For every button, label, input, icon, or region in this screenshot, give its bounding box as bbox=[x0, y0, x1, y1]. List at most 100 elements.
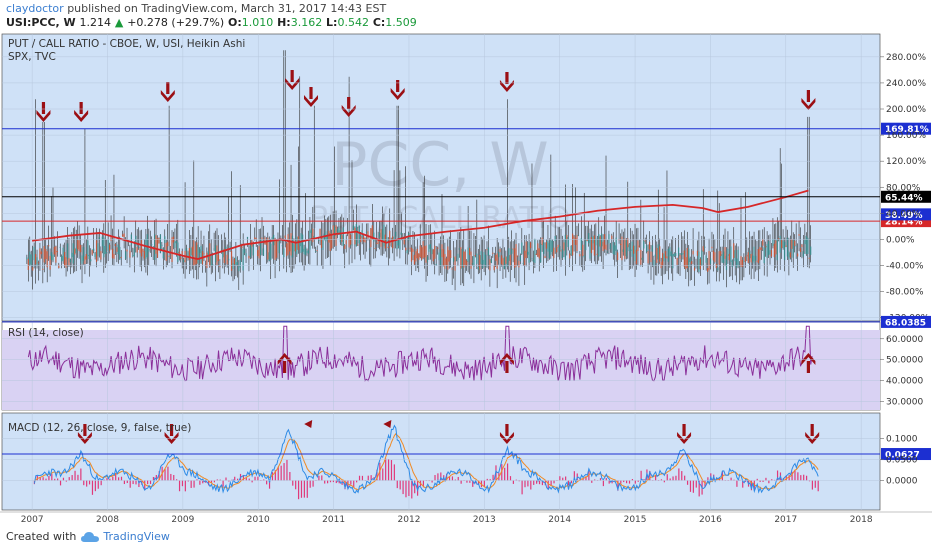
candle-body bbox=[499, 248, 501, 253]
macd-hist-bar bbox=[527, 480, 529, 487]
candle-body bbox=[85, 254, 87, 260]
candle-body bbox=[692, 250, 694, 255]
candle-body bbox=[278, 238, 281, 254]
candle-body bbox=[746, 255, 748, 257]
candle-body bbox=[537, 243, 539, 257]
macd-hist-bar bbox=[681, 471, 683, 481]
candle-body bbox=[769, 250, 771, 255]
macd-hist-bar bbox=[147, 480, 149, 485]
x-tick-label: 2010 bbox=[247, 515, 270, 525]
candle-body bbox=[233, 258, 236, 265]
candle-body bbox=[557, 244, 559, 248]
macd-hist-bar bbox=[199, 480, 201, 485]
tradingview-link[interactable]: TradingView bbox=[103, 530, 169, 543]
candle-body bbox=[538, 248, 540, 259]
y-tick-label: 80.00% bbox=[886, 183, 921, 193]
candle-body bbox=[448, 250, 450, 262]
candle-body bbox=[312, 228, 314, 243]
macd-hist-bar bbox=[178, 480, 181, 492]
candle-body bbox=[712, 250, 715, 261]
macd-hist-bar bbox=[553, 480, 555, 484]
candle-body bbox=[479, 255, 481, 270]
candle-body bbox=[730, 246, 732, 262]
candle-body bbox=[766, 244, 768, 258]
candle-body bbox=[609, 243, 611, 250]
macd-hist-bar bbox=[167, 466, 169, 481]
candle-body bbox=[77, 240, 79, 250]
candle-body bbox=[367, 231, 369, 239]
candle-body bbox=[422, 241, 424, 258]
candle-body bbox=[527, 251, 529, 255]
candle-body bbox=[419, 245, 421, 257]
candle-body bbox=[258, 246, 260, 259]
candle-body bbox=[198, 249, 201, 253]
candle-body bbox=[235, 257, 237, 266]
candle-body bbox=[34, 254, 37, 265]
candle-body bbox=[421, 247, 423, 260]
candle-body bbox=[283, 248, 285, 258]
candle-body bbox=[245, 253, 247, 257]
y-tick-label: 240.00% bbox=[886, 79, 926, 89]
candle-body bbox=[782, 240, 784, 248]
candle-body bbox=[262, 248, 265, 256]
macd-title: MACD (12, 26, close, 9, false, true) bbox=[8, 422, 191, 434]
candle-body bbox=[444, 254, 446, 269]
y-tick-label: 0.00% bbox=[886, 235, 915, 245]
candle-body bbox=[795, 245, 797, 247]
candle-body bbox=[304, 246, 307, 256]
macd-hist-bar bbox=[492, 474, 494, 481]
candle-body bbox=[693, 267, 696, 271]
candle-body bbox=[495, 254, 497, 261]
macd-hist-bar bbox=[300, 480, 303, 498]
macd-hist-bar bbox=[237, 478, 239, 481]
candle-body bbox=[397, 239, 400, 246]
candle-body bbox=[542, 242, 545, 254]
y-tick-label: 0.1000 bbox=[886, 434, 918, 444]
candle-body bbox=[416, 248, 418, 259]
candle-body bbox=[593, 235, 595, 256]
macd-hist-bar bbox=[387, 459, 390, 481]
candle-body bbox=[763, 247, 765, 264]
candle-body bbox=[39, 248, 41, 260]
candle-body bbox=[174, 241, 176, 248]
candle-body bbox=[502, 258, 504, 266]
candle-body bbox=[464, 251, 466, 266]
macd-hist-bar bbox=[405, 480, 407, 498]
candle-body bbox=[696, 250, 699, 256]
candle-body bbox=[673, 253, 675, 257]
macd-hist-bar bbox=[626, 480, 628, 484]
candle-body bbox=[332, 225, 334, 235]
candle-body bbox=[506, 256, 508, 267]
candle-body bbox=[252, 244, 254, 256]
candle-body bbox=[345, 240, 347, 245]
macd-hist-bar bbox=[327, 480, 329, 484]
macd-hist-bar bbox=[106, 478, 108, 481]
candle-body bbox=[242, 248, 244, 271]
candle-body bbox=[582, 244, 584, 256]
arrow-shaft bbox=[283, 361, 287, 373]
candle-body bbox=[654, 254, 656, 257]
arrow-shaft bbox=[347, 97, 351, 109]
candle-body bbox=[246, 237, 249, 239]
macd-hist-bar bbox=[797, 472, 799, 481]
candle-body bbox=[445, 258, 447, 265]
candle-body bbox=[248, 255, 250, 259]
candle-body bbox=[627, 238, 629, 248]
macd-hist-bar bbox=[408, 480, 410, 496]
candle-body bbox=[728, 253, 730, 261]
candle-body bbox=[103, 237, 105, 258]
candle-body bbox=[441, 244, 443, 258]
y-tick-label: 40.0000 bbox=[886, 377, 923, 387]
chart-canvas[interactable]: PCC, W PUT / CALL RATIO 169.81%65.44%28.… bbox=[0, 0, 932, 528]
candle-body bbox=[797, 253, 799, 257]
candle-body bbox=[680, 253, 683, 256]
macd-hist-bar bbox=[292, 480, 294, 486]
candle-body bbox=[454, 256, 456, 271]
macd-hist-bar bbox=[59, 480, 62, 486]
candle-body bbox=[705, 255, 707, 263]
candle-body bbox=[561, 249, 564, 259]
candle-body bbox=[119, 246, 121, 260]
candle-body bbox=[470, 251, 472, 269]
macd-hist-bar bbox=[504, 467, 506, 481]
candle-body bbox=[675, 253, 677, 257]
